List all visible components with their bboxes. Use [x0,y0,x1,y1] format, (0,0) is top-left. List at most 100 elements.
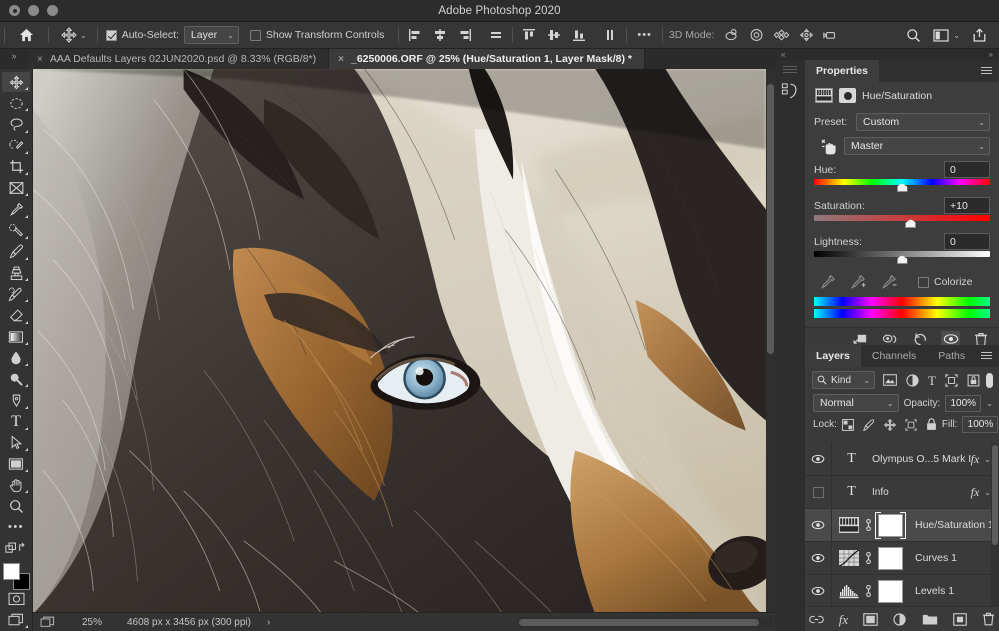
camera-3d-icon[interactable] [821,25,841,45]
layer-name[interactable]: Olympus O...5 Mark II [864,453,971,465]
layer-visibility-toggle[interactable] [805,476,832,508]
layer-visibility-toggle[interactable] [805,575,832,606]
roll-3d-icon[interactable] [746,25,766,45]
elliptical-marquee-tool[interactable] [2,93,30,113]
layer-name[interactable]: Curves 1 [903,552,999,564]
zoom-level-field[interactable]: 25% [61,617,123,628]
filter-type-icon[interactable]: T [928,374,936,387]
filter-shape-icon[interactable] [945,373,958,387]
filter-pixel-icon[interactable] [883,374,897,386]
frame-tool[interactable] [2,178,30,198]
align-bottom-edges-icon[interactable] [569,25,589,45]
close-icon[interactable]: × [37,54,43,65]
auto-select-scope-dropdown[interactable]: Layer ⌄ [183,26,239,44]
layer-mask-thumbnail[interactable] [878,546,903,570]
blend-mode-dropdown[interactable]: Normal ⌄ [813,394,899,412]
layer-filter-kind-dropdown[interactable]: Kind ⌄ [812,371,876,389]
layer-visibility-toggle[interactable] [805,443,832,475]
link-icon[interactable] [864,584,873,598]
zoom-tool[interactable] [2,496,30,516]
layer-visibility-toggle[interactable] [805,542,832,574]
document-tab-1[interactable]: × AAA Defaults Layers 02JUN2020.psd @ 8.… [28,49,330,69]
type-tool[interactable]: T [2,412,30,432]
properties-panel-menu-icon[interactable] [981,67,992,75]
layer-name[interactable]: Info [864,487,971,498]
clone-stamp-tool[interactable] [2,263,30,283]
foreground-color-swatch[interactable] [3,563,20,581]
show-transform-checkbox[interactable] [249,29,261,41]
canvas-horizontal-scroll-thumb[interactable] [519,618,759,626]
screen-mode-icon[interactable] [2,610,30,630]
color-swatches[interactable] [2,562,30,591]
rectangle-tool[interactable] [2,454,30,474]
history-panel-icon[interactable] [778,79,802,103]
hue-range-bar-output[interactable] [814,309,990,318]
filter-adjustment-icon[interactable] [906,373,919,387]
options-bar-grip[interactable] [0,22,10,49]
collapse-panels-icon[interactable]: « [781,50,785,59]
more-options-button[interactable]: ••• [633,29,656,41]
layer-thumbnail-group[interactable] [832,546,903,570]
eraser-tool[interactable] [2,305,30,325]
spot-healing-brush-tool[interactable] [2,221,30,241]
lock-position-icon[interactable] [883,418,896,431]
hue-value-field[interactable]: 0 [944,161,990,178]
filter-enable-toggle[interactable] [985,372,993,388]
expand-panels-icon[interactable]: » [989,50,993,59]
levels-adjustment-icon[interactable] [839,583,859,599]
eyedropper-add-icon[interactable] [850,274,867,290]
distribute-vertical-icon[interactable] [600,25,620,45]
layer-mask-thumbnail[interactable] [875,511,906,539]
hand-tool[interactable] [2,475,30,495]
tab-properties[interactable]: Properties [805,60,879,82]
lasso-tool[interactable] [2,114,30,134]
new-layer-icon[interactable] [953,612,967,626]
layer-name[interactable]: Levels 1 [903,585,999,597]
align-right-edges-icon[interactable] [455,25,475,45]
close-icon[interactable]: × [338,54,344,65]
layer-thumbnail-group[interactable]: T [832,484,864,500]
delete-layer-icon[interactable] [982,612,995,626]
new-group-icon[interactable] [922,613,938,626]
rail-grip[interactable] [783,66,797,74]
layer-thumbnail-group[interactable] [832,511,906,539]
pen-tool[interactable] [2,390,30,410]
object-selection-tool[interactable] [2,136,30,156]
align-left-edges-icon[interactable] [405,25,425,45]
quick-mask-icon[interactable] [2,589,30,609]
dodge-tool[interactable] [2,369,30,389]
blur-tool[interactable] [2,348,30,368]
layer-thumbnail-group[interactable] [832,579,903,603]
align-horizontal-centers-icon[interactable] [430,25,450,45]
layer-mask-thumbnail[interactable] [878,579,903,603]
saturation-value-field[interactable]: +10 [944,197,990,214]
document-canvas[interactable] [33,69,766,612]
preset-dropdown[interactable]: Custom ⌄ [856,113,990,131]
current-tool-move[interactable]: ⌄ [55,27,91,43]
table-row[interactable]: T Olympus O...5 Mark II fx ⌄ [805,443,999,476]
table-row[interactable]: Curves 1 [805,542,999,575]
document-tab-2[interactable]: × _6250006.ORF @ 25% (Hue/Saturation 1, … [329,49,646,69]
path-selection-tool[interactable] [2,433,30,453]
table-row[interactable]: Hue/Saturation 1 [805,509,999,542]
move-tool[interactable] [2,72,30,93]
gradient-tool[interactable] [2,327,30,347]
align-vertical-centers-icon[interactable] [544,25,564,45]
layer-style-fx-icon[interactable]: fx [839,613,848,626]
colorize-control[interactable]: Colorize [918,276,973,288]
history-brush-tool[interactable] [2,284,30,304]
chevron-down-icon[interactable]: ⌄ [80,31,87,40]
screen-mode-status-icon[interactable] [33,616,61,628]
saturation-slider[interactable] [814,215,990,229]
tab-layers[interactable]: Layers [805,345,861,367]
canvas-vertical-scroll-thumb[interactable] [767,84,774,354]
lock-transparent-pixels-icon[interactable] [841,418,854,431]
tab-paths[interactable]: Paths [927,345,976,367]
eyedropper-tool[interactable] [2,199,30,219]
hue-slider[interactable] [814,179,990,193]
slide-3d-icon[interactable] [796,25,816,45]
link-icon[interactable] [864,518,873,532]
distribute-horizontal-icon[interactable] [486,25,506,45]
fill-value-field[interactable]: 100% [962,416,999,433]
brush-tool[interactable] [2,242,30,262]
